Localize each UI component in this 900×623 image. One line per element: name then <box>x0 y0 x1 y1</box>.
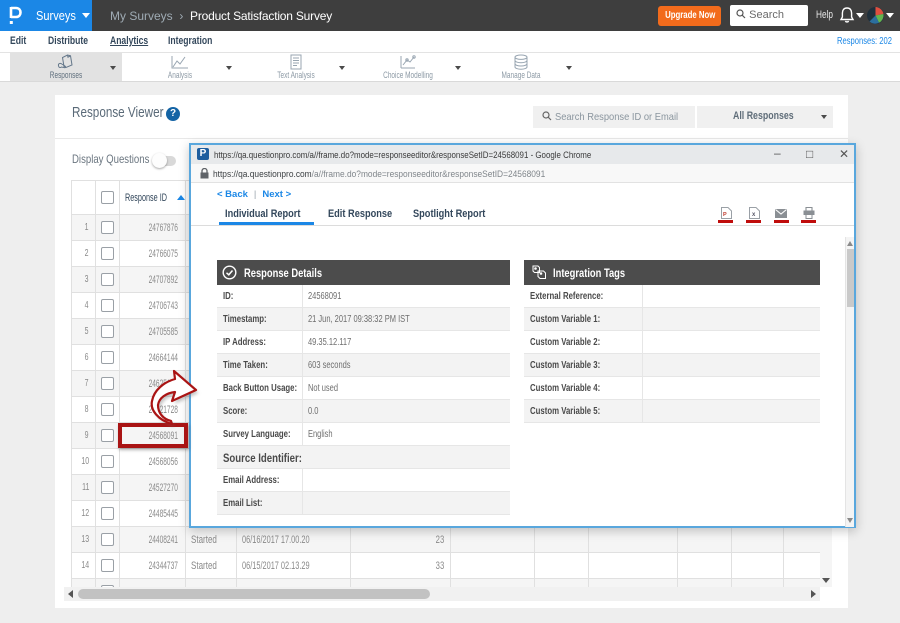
svg-text:P: P <box>723 212 727 218</box>
